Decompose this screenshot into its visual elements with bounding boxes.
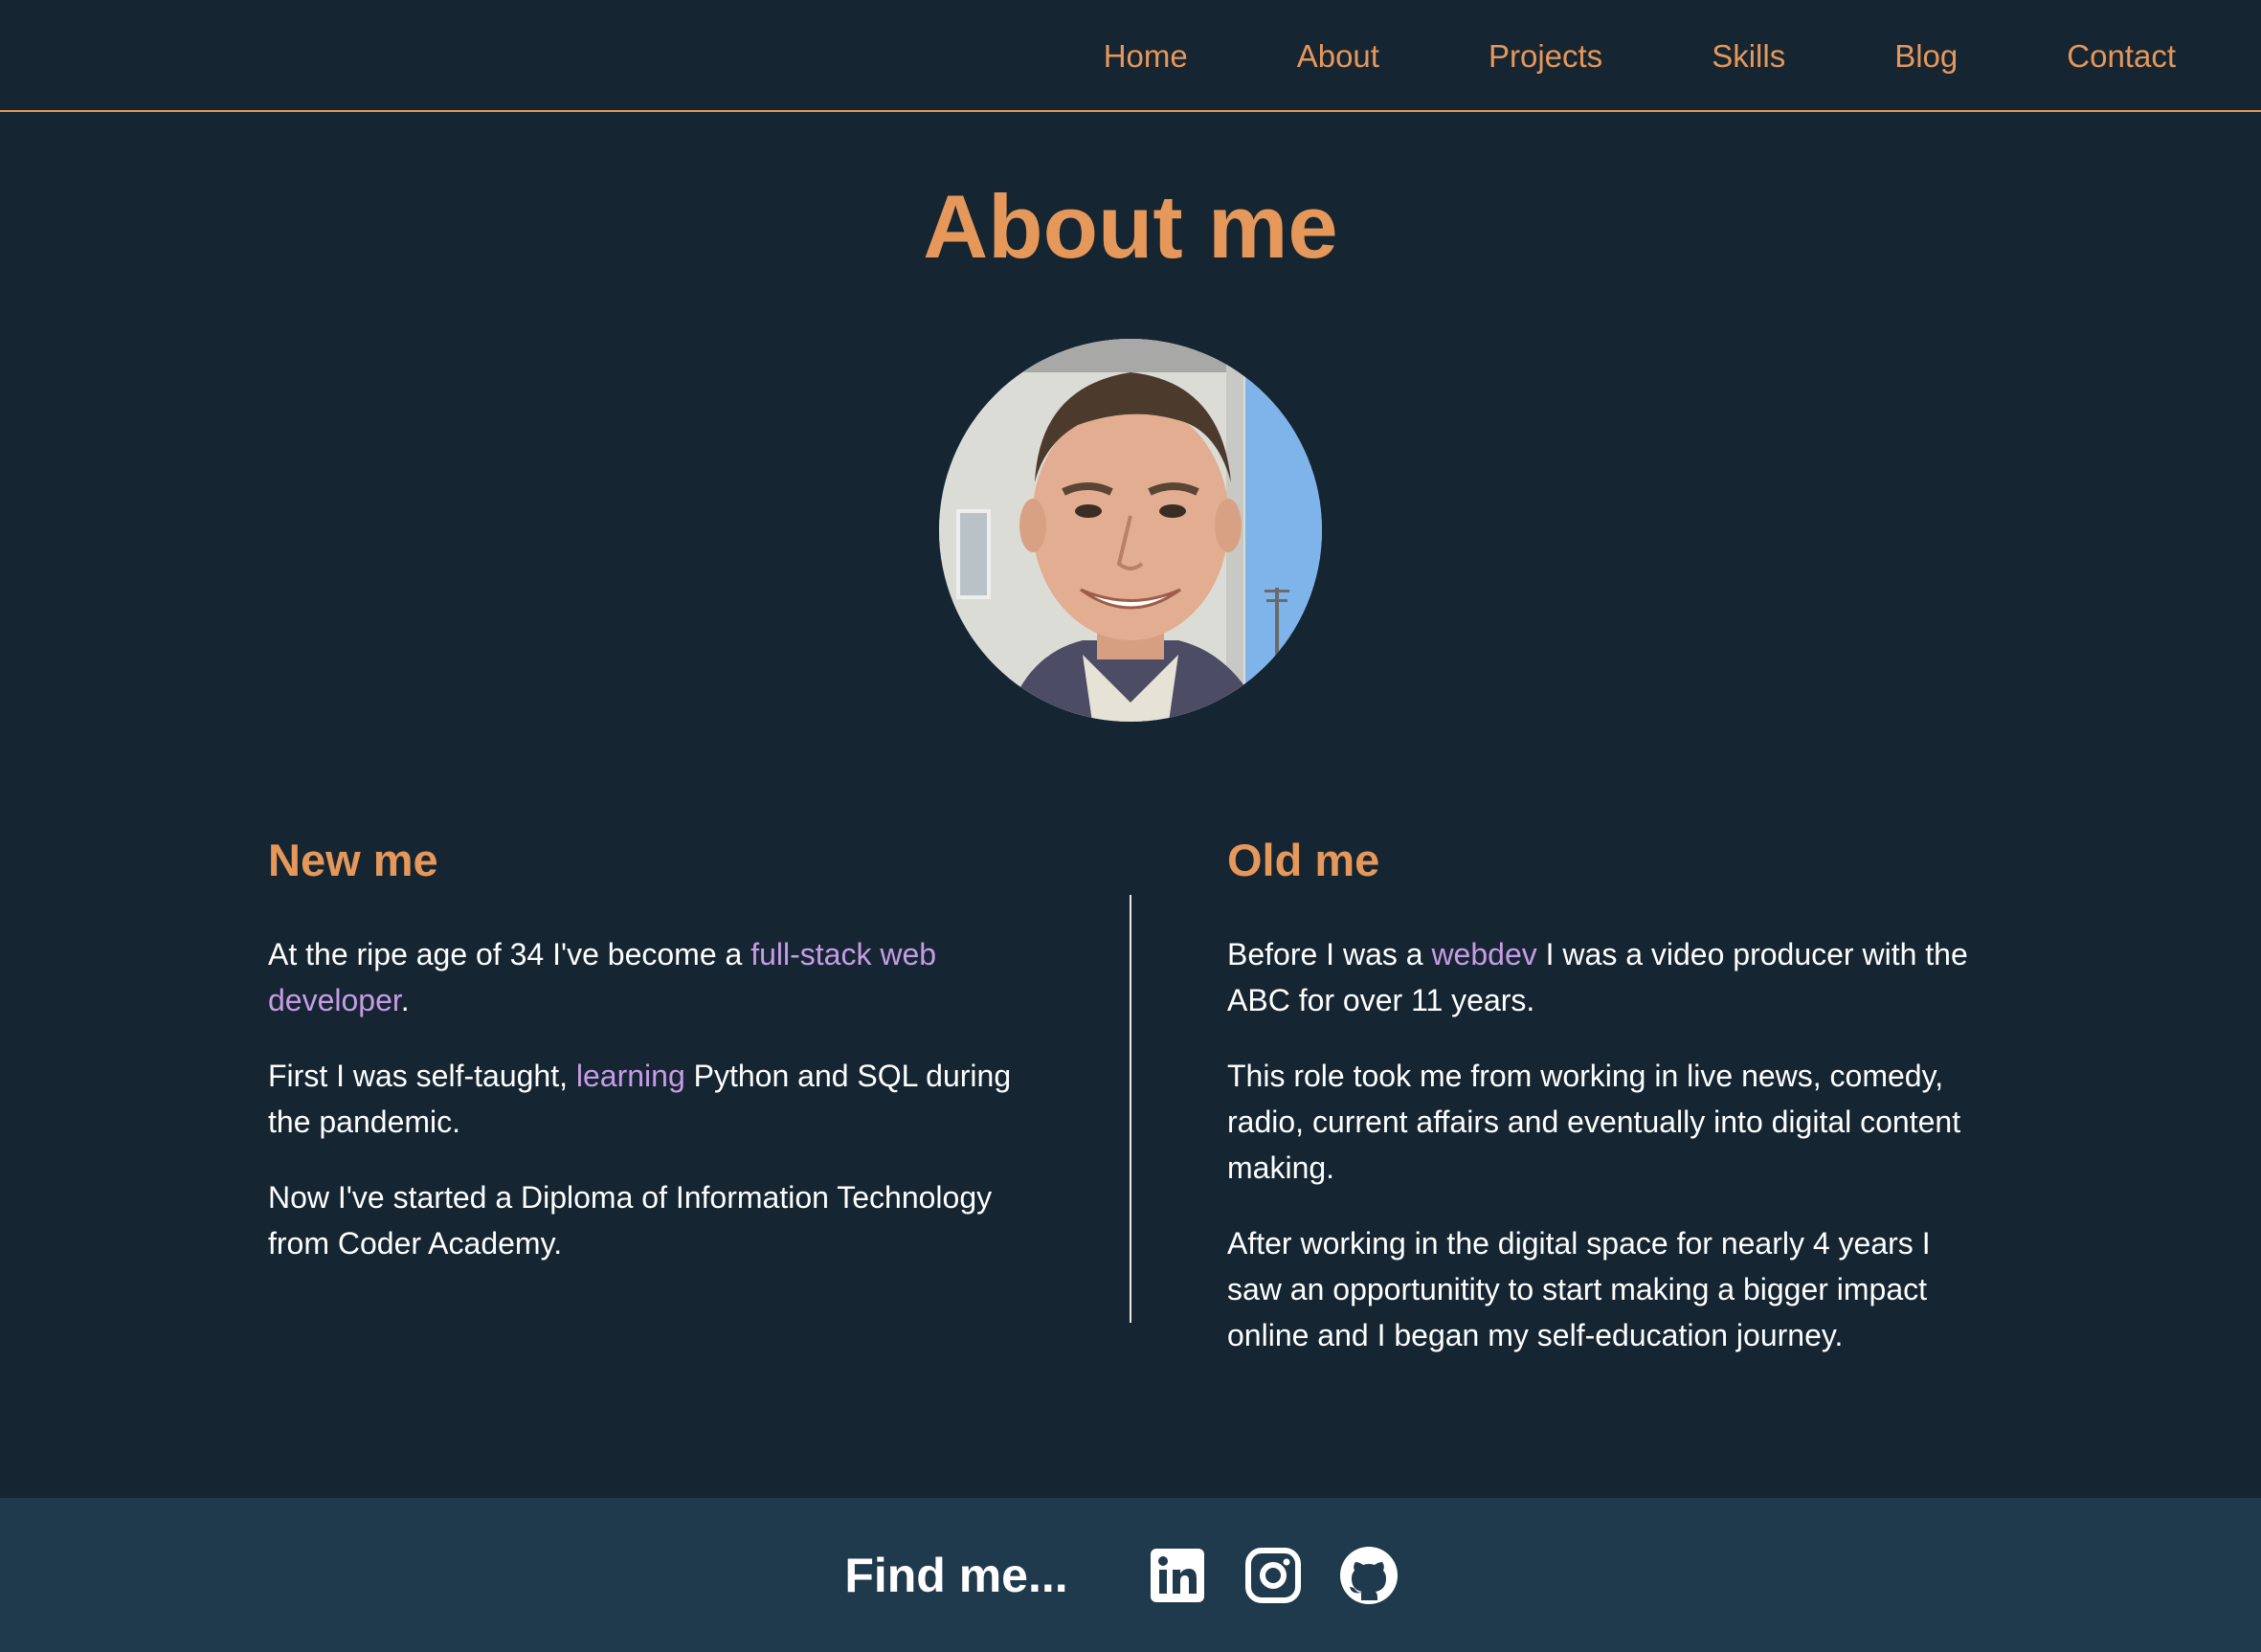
top-nav: Home About Projects Skills Blog Contact (0, 0, 2261, 112)
nav-link-projects[interactable]: Projects (1489, 40, 1602, 72)
find-me-label: Find me... (844, 1548, 1068, 1602)
new-me-p2-text: First I was self-taught, (268, 1059, 576, 1094)
portrait-photo (939, 339, 1322, 722)
github-icon[interactable] (1338, 1545, 1399, 1606)
learning-link[interactable]: learning (576, 1059, 685, 1093)
footer: Find me... (0, 1498, 2261, 1652)
webdev-link[interactable]: webdev (1431, 937, 1536, 971)
nav-link-home[interactable]: Home (1104, 40, 1188, 72)
new-me-paragraph-3: Now I've started a Diploma of Informatio… (268, 1180, 993, 1261)
old-me-paragraph-3: After working in the digital space for n… (1227, 1226, 1931, 1353)
nav-links: Home About Projects Skills Blog Contact (1104, 0, 2176, 112)
new-me-p1-text: At the ripe age of 34 I've become a (268, 937, 751, 972)
footer-inner: Find me... (0, 1498, 2261, 1652)
old-me-paragraph-2: This role took me from working in live n… (1227, 1059, 1961, 1186)
old-me-p1-text: Before I was a (1227, 937, 1432, 972)
linkedin-icon[interactable] (1147, 1545, 1208, 1606)
new-me-paragraph-2: First I was self-taught, learning Python… (268, 1053, 1034, 1145)
new-me-section: New me At the ripe age of 34 I've become… (268, 835, 1034, 1296)
nav-link-skills[interactable]: Skills (1712, 40, 1785, 72)
old-me-section: Old me Before I was a webdev I was a vid… (1227, 835, 1993, 1388)
page-title: About me (923, 176, 1338, 277)
nav-link-about[interactable]: About (1297, 40, 1379, 72)
avatar (939, 339, 1322, 722)
page: Home About Projects Skills Blog Contact … (0, 0, 2261, 1652)
new-me-p1-end: . (400, 983, 410, 1018)
old-me-paragraph-1: Before I was a webdev I was a video prod… (1227, 931, 1993, 1023)
old-me-heading: Old me (1227, 835, 1380, 885)
nav-link-contact[interactable]: Contact (2067, 40, 2176, 72)
new-me-heading: New me (268, 835, 438, 885)
column-divider (1130, 895, 1131, 1323)
new-me-paragraph-1: At the ripe age of 34 I've become a full… (268, 931, 1034, 1023)
nav-link-blog[interactable]: Blog (1894, 40, 1958, 72)
instagram-icon[interactable] (1242, 1545, 1304, 1606)
